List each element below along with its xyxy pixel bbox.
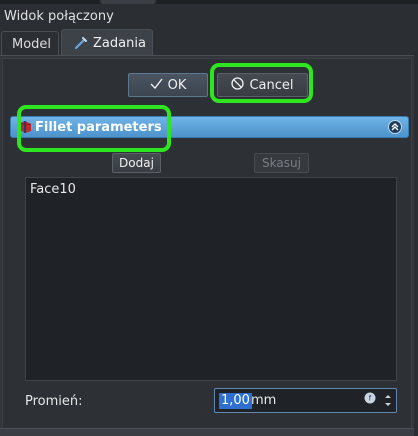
radius-spinbox[interactable]: 1,00 mm f xyxy=(214,388,397,413)
collapse-icon[interactable] xyxy=(388,120,402,134)
top-strip xyxy=(0,0,418,4)
panel-bottom-edge xyxy=(0,428,414,436)
tab-zadania-label: Zadania xyxy=(93,35,146,51)
tab-model[interactable]: Model xyxy=(1,31,59,56)
tab-bar: Model Zadania xyxy=(0,29,418,56)
remove-button[interactable]: Skasuj xyxy=(254,153,309,173)
section-title: Fillet parameters xyxy=(35,119,162,135)
ok-button-label: OK xyxy=(167,77,187,93)
cancel-button[interactable]: Cancel xyxy=(217,73,308,97)
tab-model-label: Model xyxy=(12,36,52,52)
tasks-icon xyxy=(74,36,88,50)
radius-unit: mm xyxy=(251,393,277,408)
spin-arrows[interactable] xyxy=(382,391,394,410)
splitter-handle[interactable] xyxy=(100,0,156,4)
fillet-parameters-header[interactable]: Fillet parameters xyxy=(10,116,409,138)
cancel-icon xyxy=(231,76,245,94)
ok-button[interactable]: OK xyxy=(128,73,208,97)
references-list[interactable]: Face10 xyxy=(25,177,397,381)
expression-icon[interactable]: f xyxy=(364,392,376,404)
cancel-button-label: Cancel xyxy=(249,77,294,93)
combo-view: Widok połączony Model Zadania OK Cancel … xyxy=(0,0,418,436)
window-title: Widok połączony xyxy=(4,9,114,24)
fillet-icon xyxy=(19,120,33,134)
radius-label: Promień: xyxy=(25,394,83,409)
list-item[interactable]: Face10 xyxy=(30,182,76,197)
add-button[interactable]: Dodaj xyxy=(112,153,161,173)
tab-zadania[interactable]: Zadania xyxy=(61,29,153,56)
checkmark-icon xyxy=(150,78,163,93)
radius-value[interactable]: 1,00 xyxy=(219,393,252,409)
